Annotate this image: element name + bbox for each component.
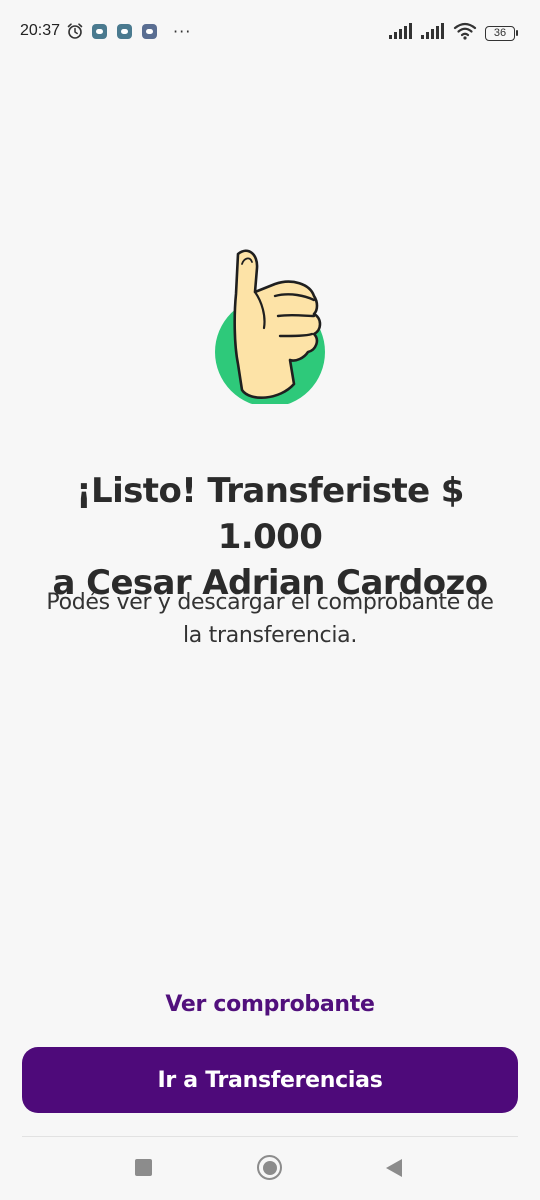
success-title-line1: ¡Listo! Transferiste $ 1.000 bbox=[76, 471, 464, 557]
signal-icon bbox=[421, 23, 445, 43]
view-receipt-button[interactable]: Ver comprobante bbox=[20, 984, 520, 1024]
message-badge-icon bbox=[117, 23, 133, 39]
home-icon[interactable] bbox=[257, 1155, 282, 1180]
thumbs-up-icon bbox=[210, 244, 334, 407]
app-badge-icon bbox=[142, 23, 158, 39]
status-time: 20:37 bbox=[20, 22, 61, 39]
battery-level: 36 bbox=[485, 25, 515, 41]
success-subtitle-line2: la transferencia. bbox=[182, 623, 358, 648]
status-right-icons: 36 bbox=[389, 22, 518, 44]
success-subtitle-line1: Podés ver y descargar el comprobante de bbox=[46, 590, 494, 615]
back-icon[interactable] bbox=[385, 1158, 403, 1178]
status-bar: 20:37 ··· 36 bbox=[0, 0, 540, 62]
go-to-transfers-button[interactable]: Ir a Transferencias bbox=[22, 1047, 518, 1113]
transfer-success-screen: 20:37 ··· 36 ¡Listo! Transferiste $ 1.00… bbox=[0, 0, 540, 1200]
system-nav-bar bbox=[0, 1137, 540, 1200]
wifi-icon bbox=[453, 22, 477, 44]
success-subtitle: Podés ver y descargar el comprobante de … bbox=[20, 586, 520, 652]
battery-icon: 36 bbox=[485, 25, 518, 41]
alarm-icon bbox=[66, 22, 84, 40]
message-badge-icon bbox=[92, 23, 108, 39]
signal-icon bbox=[389, 23, 413, 43]
more-dots-icon: ··· bbox=[173, 21, 192, 41]
recents-icon[interactable] bbox=[135, 1159, 152, 1176]
